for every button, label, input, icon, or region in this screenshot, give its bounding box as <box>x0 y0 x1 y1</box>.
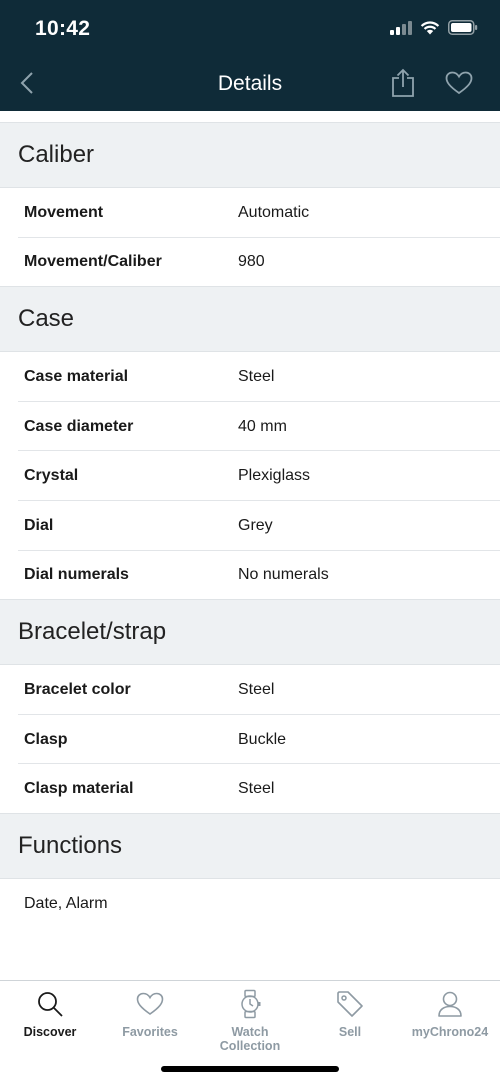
detail-row: Movement/Caliber 980 <box>0 238 500 288</box>
tab-label: Sell <box>338 1025 362 1039</box>
detail-value: Plexiglass <box>238 467 311 485</box>
tab-label: myChrono24 <box>411 1025 489 1039</box>
home-indicator <box>161 1066 339 1072</box>
detail-value: Buckle <box>238 730 287 748</box>
detail-row: Movement Automatic <box>0 188 500 238</box>
tab-discover[interactable]: Discover <box>0 991 100 1039</box>
battery-icon <box>448 20 478 40</box>
detail-value: Grey <box>238 516 273 534</box>
detail-value: 40 mm <box>238 417 287 435</box>
detail-row: Case material Steel <box>0 352 500 402</box>
tab-favorites[interactable]: Favorites <box>100 991 200 1039</box>
section-title: Functions <box>0 813 500 879</box>
share-button[interactable] <box>386 68 420 102</box>
heart-icon <box>136 992 164 1021</box>
search-icon <box>36 990 64 1023</box>
tab-label: Discover <box>23 1025 77 1039</box>
section-title: Bracelet/strap <box>0 600 500 666</box>
detail-label: Clasp material <box>24 780 134 798</box>
tag-icon <box>336 990 364 1023</box>
detail-row: Dial Grey <box>0 501 500 551</box>
status-time: 10:42 <box>35 17 91 40</box>
section-functions: Functions Date, Alarm <box>0 813 500 913</box>
section-caliber: Caliber Movement Automatic Movement/Cali… <box>0 123 500 287</box>
section-bracelet-strap: Bracelet/strap Bracelet color Steel Clas… <box>0 600 500 814</box>
tab-mychrono24[interactable]: myChrono24 <box>400 991 500 1039</box>
details-content[interactable]: Caliber Movement Automatic Movement/Cali… <box>0 111 500 980</box>
tab-label: Favorites <box>122 1025 178 1039</box>
detail-label: Case diameter <box>24 417 134 435</box>
section-title: Caliber <box>0 123 500 188</box>
detail-row: Dial numerals No numerals <box>0 551 500 601</box>
watch-icon <box>237 989 263 1024</box>
detail-row: Bracelet color Steel <box>0 665 500 715</box>
nav-bar: Details <box>0 60 500 111</box>
detail-label: Bracelet color <box>24 680 131 698</box>
section-title: Case <box>0 287 500 353</box>
tab-watch-collection[interactable]: Watch Collection <box>200 989 300 1053</box>
status-bar: 10:42 <box>0 0 500 60</box>
tab-label: Watch Collection <box>219 1025 281 1053</box>
heart-icon <box>445 71 473 100</box>
share-icon <box>391 68 415 103</box>
wifi-icon <box>420 20 440 40</box>
section-case: Case Case material Steel Case diameter 4… <box>0 287 500 600</box>
detail-value: No numerals <box>238 566 329 584</box>
status-icons <box>390 20 478 40</box>
detail-value: Steel <box>238 367 275 385</box>
detail-label: Dial numerals <box>24 566 129 584</box>
detail-label: Crystal <box>24 467 79 485</box>
top-divider <box>0 111 500 123</box>
detail-label: Case material <box>24 367 129 385</box>
detail-row: Case diameter 40 mm <box>0 402 500 452</box>
detail-label: Movement/Caliber <box>24 253 162 271</box>
detail-label: Clasp <box>24 730 68 748</box>
detail-row: Crystal Plexiglass <box>0 451 500 501</box>
user-icon <box>437 990 463 1023</box>
detail-value: 980 <box>238 253 265 271</box>
detail-label: Dial <box>24 516 54 534</box>
detail-value: Steel <box>238 680 275 698</box>
detail-label: Movement <box>24 203 104 221</box>
app-header: 10:42 Details <box>0 0 500 111</box>
functions-text: Date, Alarm <box>24 894 108 912</box>
cellular-signal-icon <box>390 20 412 40</box>
detail-value: Steel <box>238 780 275 798</box>
detail-row: Clasp material Steel <box>0 764 500 814</box>
tab-sell[interactable]: Sell <box>300 990 400 1039</box>
detail-value: Automatic <box>238 203 310 221</box>
favorite-button[interactable] <box>442 68 476 102</box>
detail-row: Clasp Buckle <box>0 715 500 765</box>
page-title: Details <box>217 72 283 95</box>
